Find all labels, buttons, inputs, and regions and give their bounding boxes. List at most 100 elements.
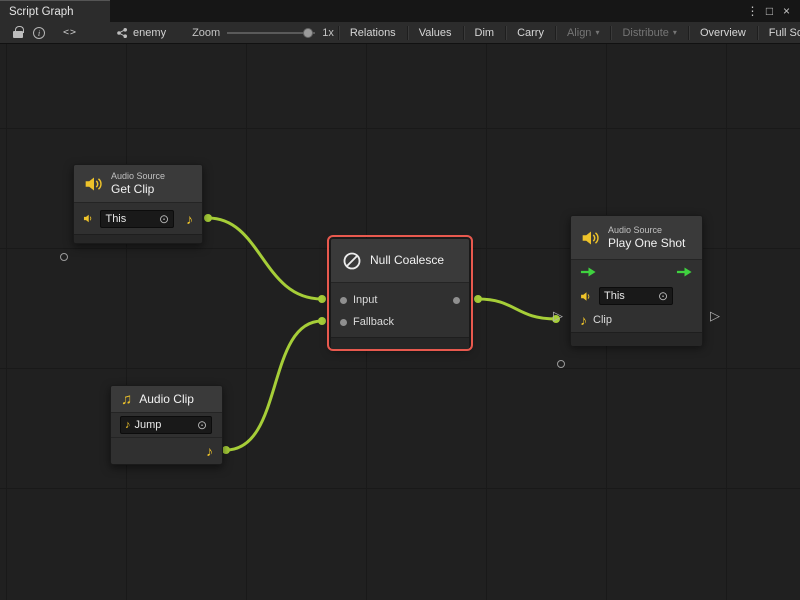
toolbar-separator bbox=[463, 26, 464, 40]
audio-source-icon bbox=[580, 290, 593, 303]
node-get-clip[interactable]: Audio Source Get Clip This ⊙ ♪ bbox=[73, 164, 203, 244]
object-picker-icon[interactable]: ⊙ bbox=[197, 419, 207, 431]
flow-output-triangle[interactable]: ▷ bbox=[710, 309, 720, 322]
audio-source-icon bbox=[84, 174, 104, 194]
node-footer bbox=[74, 234, 202, 243]
toolbar-separator bbox=[688, 26, 689, 40]
object-picker-icon[interactable]: ⊙ bbox=[159, 213, 169, 225]
audio-clip-output-icon[interactable]: ♪ bbox=[186, 212, 193, 226]
button-label: Distribute bbox=[622, 27, 668, 39]
node-value-row: ♪ Jump ⊙ bbox=[111, 413, 222, 437]
note-icon: ♪ bbox=[125, 420, 131, 431]
button-label: Values bbox=[419, 27, 452, 39]
node-header: Null Coalesce bbox=[331, 239, 469, 283]
align-button[interactable]: Align ▾ bbox=[560, 22, 606, 44]
target-input-port[interactable] bbox=[557, 360, 565, 368]
result-output-port[interactable] bbox=[453, 297, 460, 304]
button-label: Carry bbox=[517, 27, 544, 39]
target-input-port[interactable] bbox=[60, 253, 68, 261]
window-menu-icon[interactable]: ⋮ bbox=[744, 1, 761, 21]
port-label: Input bbox=[353, 294, 377, 306]
toolbar-buttons: Relations Values Dim Carry Align ▾ Distr… bbox=[334, 22, 800, 44]
graph-asset-icon bbox=[116, 27, 128, 39]
zoom-control: Zoom 1x bbox=[192, 26, 334, 40]
node-title: Null Coalesce bbox=[370, 253, 444, 267]
graph-name: enemy bbox=[133, 27, 166, 39]
field-value: Jump bbox=[135, 419, 162, 431]
button-label: Overview bbox=[700, 27, 746, 39]
window-tabbar: Script Graph ⋮ □ × bbox=[0, 0, 800, 22]
node-port-row: This ⊙ bbox=[571, 284, 702, 308]
node-body: Input Fallback bbox=[331, 283, 469, 333]
zoom-label: Zoom bbox=[192, 27, 220, 39]
tab-title: Script Graph bbox=[9, 6, 74, 18]
toolbar-separator bbox=[407, 26, 408, 40]
graph-canvas[interactable]: Audio Source Get Clip This ⊙ ♪ bbox=[0, 44, 800, 600]
node-title: Get Clip bbox=[111, 182, 165, 196]
this-dropdown[interactable]: This ⊙ bbox=[599, 287, 673, 305]
tab-script-graph[interactable]: Script Graph bbox=[0, 0, 110, 22]
dropdown-caret-icon: ▾ bbox=[673, 28, 677, 37]
node-port-row: Input bbox=[331, 289, 469, 311]
port-label: Fallback bbox=[353, 316, 394, 328]
graph-asset-reference[interactable]: enemy bbox=[116, 27, 166, 39]
unity-script-graph-window: Script Graph ⋮ □ × i <> enemy Z bbox=[0, 0, 800, 600]
node-category: Audio Source bbox=[608, 225, 685, 236]
audio-source-icon bbox=[83, 212, 94, 225]
dim-button[interactable]: Dim bbox=[468, 22, 502, 44]
port-label: Clip bbox=[593, 314, 612, 326]
node-title: Play One Shot bbox=[608, 236, 685, 250]
node-port-row: Fallback bbox=[331, 311, 469, 333]
node-audio-clip[interactable]: ♫ Audio Clip ♪ Jump ⊙ ♪ bbox=[110, 385, 223, 465]
toolbar-separator bbox=[338, 26, 339, 40]
flow-input-triangle[interactable]: ▷ bbox=[553, 309, 563, 322]
distribute-button[interactable]: Distribute ▾ bbox=[615, 22, 683, 44]
wire-output-to-clip bbox=[478, 299, 556, 319]
audio-source-icon bbox=[581, 228, 601, 248]
flow-in-arrow-icon[interactable] bbox=[580, 266, 597, 278]
fallback-port[interactable] bbox=[340, 319, 347, 326]
zoom-slider-handle[interactable] bbox=[303, 28, 313, 38]
node-port-row: ♪ bbox=[111, 437, 222, 464]
toolbar-separator bbox=[610, 26, 611, 40]
this-dropdown[interactable]: This ⊙ bbox=[100, 210, 174, 228]
control-flow-row: ▷ ▷ bbox=[571, 260, 702, 284]
values-button[interactable]: Values bbox=[412, 22, 459, 44]
field-value: This bbox=[604, 290, 625, 302]
node-play-one-shot[interactable]: Audio Source Play One Shot ▷ ▷ bbox=[570, 215, 703, 345]
audio-clip-icon: ♫ bbox=[121, 392, 132, 407]
node-port-row: ♪ Clip bbox=[571, 308, 702, 332]
code-view-button[interactable]: <> bbox=[58, 23, 82, 43]
window-close-icon[interactable]: × bbox=[778, 1, 795, 21]
graph-toolbar: i <> enemy Zoom 1x Relations bbox=[0, 22, 800, 44]
relations-button[interactable]: Relations bbox=[343, 22, 403, 44]
null-coalesce-icon bbox=[341, 250, 363, 272]
full-screen-button[interactable]: Full Screen bbox=[762, 22, 800, 44]
node-footer bbox=[571, 332, 702, 346]
window-controls: ⋮ □ × bbox=[744, 0, 800, 22]
audio-clip-output-icon[interactable]: ♪ bbox=[206, 444, 213, 458]
clip-input-icon[interactable]: ♪ bbox=[580, 313, 587, 327]
node-header: ♫ Audio Clip bbox=[111, 386, 222, 413]
node-title: Audio Clip bbox=[139, 392, 194, 406]
info-icon: i bbox=[33, 27, 45, 39]
lock-button[interactable] bbox=[8, 23, 28, 43]
lock-icon bbox=[13, 31, 23, 38]
input-port[interactable] bbox=[340, 297, 347, 304]
window-maximize-icon[interactable]: □ bbox=[761, 1, 778, 21]
zoom-slider[interactable] bbox=[227, 26, 315, 40]
button-label: Full Screen bbox=[769, 27, 800, 39]
carry-button[interactable]: Carry bbox=[510, 22, 551, 44]
zoom-slider-track bbox=[227, 32, 315, 34]
button-label: Align bbox=[567, 27, 591, 39]
button-label: Dim bbox=[475, 27, 495, 39]
toolbar-separator bbox=[505, 26, 506, 40]
overview-button[interactable]: Overview bbox=[693, 22, 753, 44]
node-header: Audio Source Get Clip bbox=[74, 165, 202, 203]
flow-out-arrow-icon[interactable] bbox=[676, 266, 693, 278]
inspect-button[interactable]: i bbox=[28, 23, 50, 43]
object-picker-icon[interactable]: ⊙ bbox=[658, 290, 668, 302]
audio-clip-dropdown[interactable]: ♪ Jump ⊙ bbox=[120, 416, 212, 434]
wire-audioclip-to-fallback bbox=[226, 321, 322, 450]
node-null-coalesce[interactable]: Null Coalesce Input Fallback bbox=[330, 238, 470, 348]
